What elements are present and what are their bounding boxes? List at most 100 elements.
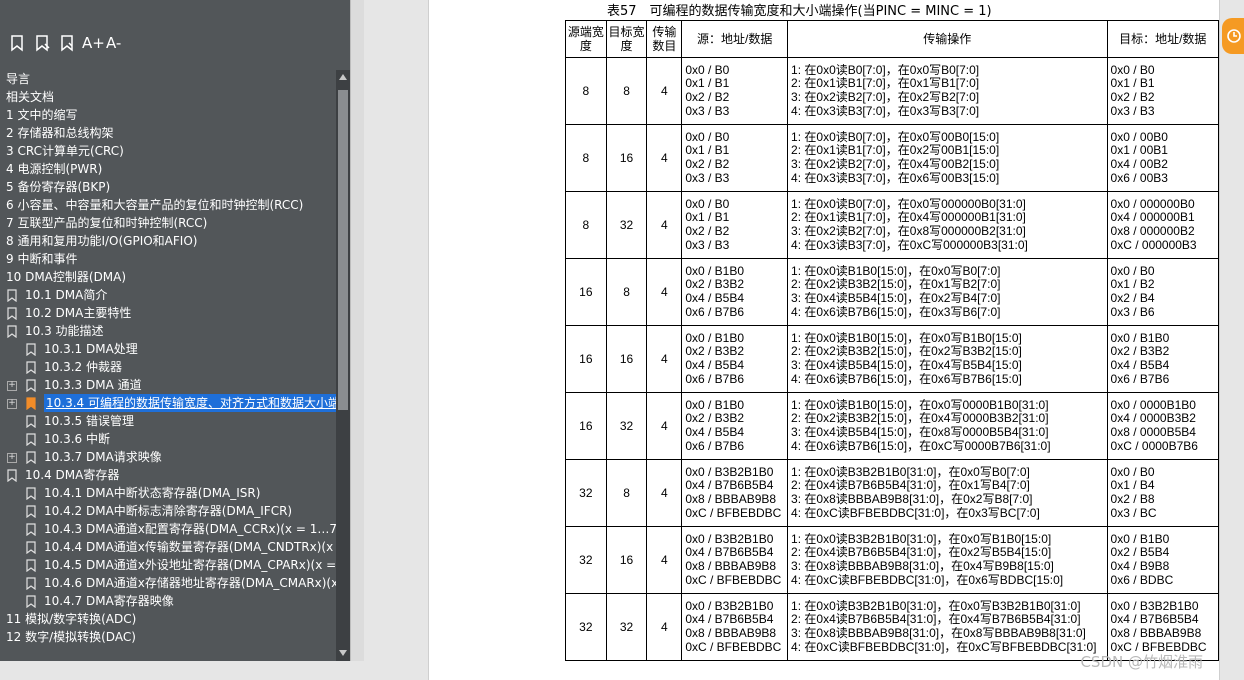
table-row: 16 32 4 0x0 / B1B0 0x2 / B3B2 0x4 / B5B4 0x6 /… [565, 392, 1220, 460]
cell-line: 0x8 / 000000B2 [1110, 225, 1195, 238]
outline-item[interactable]: 6 小容量、中容量和大容量产品的复位和时钟控制(RCC) [0, 196, 336, 214]
outline-item[interactable]: 10 DMA控制器(DMA) [0, 268, 336, 286]
outline-item[interactable]: 9 中断和事件 [0, 250, 336, 268]
outline-item-label: 10.4.7 DMA寄存器映像 [44, 594, 174, 608]
transfer-op-cell: 1: 在0x0读B1B0[15:0]，在0x0写0000B1B0[31:0] 2:… [787, 392, 1108, 460]
outline-item-label: 10.3.6 中断 [44, 432, 110, 446]
outline-item[interactable]: 1 文中的缩写 [0, 106, 336, 124]
assistant-tab[interactable] [1222, 18, 1244, 54]
outline-item[interactable]: 10.4.3 DMA通道x配置寄存器(DMA_CCRx)(x = 1…7) [0, 520, 336, 538]
outline-item[interactable]: 10.2 DMA主要特性 [0, 304, 336, 322]
target-width-cell: 16 [605, 526, 648, 594]
outline-item[interactable]: +10.3.3 DMA 通道 [0, 376, 336, 394]
outline-item[interactable]: +10.3.4 可编程的数据传输宽度、对齐方式和数据大小端 [0, 394, 336, 412]
bookmark-icon [26, 415, 36, 429]
outline-item[interactable]: 3 CRC计算单元(CRC) [0, 142, 336, 160]
cell-line: 0x3 / B3 [1110, 104, 1155, 118]
cell-line: 3: 在0x4读B5B4[15:0]，在0x2写B4[7:0] [791, 292, 1001, 305]
bookmark-add-icon[interactable] [33, 34, 51, 52]
cell-line: 0x6 / BDBC [1110, 573, 1174, 587]
bookmark-icon [26, 595, 36, 609]
cell-line: 0xC / BFBEBDBC [685, 506, 782, 520]
source-addr-cell: 0x0 / B3B2B1B0 0x4 / B7B6B5B4 0x8 / BBBAB9… [681, 593, 789, 661]
outline-item[interactable]: 10.4.6 DMA通道x存储器地址寄存器(DMA_CMARx)(x = 1…7… [0, 574, 336, 592]
cell-line: 2: 在0x4读B7B6B5B4[31:0]，在0x1写B4[7:0] [791, 479, 1030, 493]
font-increase-icon[interactable]: A+ [82, 34, 105, 52]
outline-item[interactable]: 10.1 DMA简介 [0, 286, 336, 304]
outline-item-label: 9 中断和事件 [6, 252, 78, 266]
target-width-cell: 8 [605, 258, 648, 326]
cell-line: 0x4 / B7B6B5B4 [1110, 613, 1199, 627]
source-width-cell: 8 [565, 124, 607, 192]
cell-line: 0x0 / B3B2B1B0 [685, 465, 774, 479]
cell-line: 0x1 / B1 [685, 144, 730, 158]
scroll-up-icon[interactable] [339, 74, 347, 80]
bookmark-icon [26, 433, 36, 447]
bookmark-icon [26, 487, 36, 501]
expand-toggle-icon[interactable]: + [7, 453, 17, 463]
font-decrease-icon[interactable]: A- [106, 34, 124, 52]
outline-item[interactable]: 10.4.4 DMA通道x传输数量寄存器(DMA_CNDTRx)(x = 1…7… [0, 538, 336, 556]
cell-line: 0x8 / BBBAB9B8 [685, 627, 777, 640]
outline-item[interactable]: 导言 [0, 70, 336, 88]
outline-item[interactable]: 10.3.2 仲裁器 [0, 358, 336, 376]
outline-item[interactable]: 相关文档 [0, 88, 336, 106]
source-addr-cell: 0x0 / B1B0 0x2 / B3B2 0x4 / B5B4 0x6 / B7B6 [681, 325, 789, 393]
bookmark-expand-icon[interactable] [58, 34, 76, 52]
outline-item[interactable]: 10.4.5 DMA通道x外设地址寄存器(DMA_CPARx)(x = 1…7) [0, 556, 336, 574]
sidebar-scrollbar[interactable] [336, 70, 350, 661]
outline-item[interactable]: 10.3 功能描述 [0, 322, 336, 340]
outline-item[interactable]: 10.4.7 DMA寄存器映像 [0, 592, 336, 610]
transfer-op-cell: 1: 在0x0读B0[7:0]，在0x0写000000B0[31:0] 2: 在0… [787, 191, 1108, 259]
outline-item[interactable]: 11 模拟/数字转换(ADC) [0, 610, 336, 628]
outline-item[interactable]: +10.3.7 DMA请求映像 [0, 448, 336, 466]
outline-tree: 导言 相关文档 1 文中的缩写 2 存储器和总线构架 3 CRC计算单元(CRC) 4 电… [0, 70, 336, 661]
outline-item[interactable]: 12 数字/模拟转换(DAC) [0, 628, 336, 646]
scroll-down-icon[interactable] [339, 650, 347, 656]
outline-item[interactable]: 10.3.1 DMA处理 [0, 340, 336, 358]
target-addr-cell: 0x0 / 000000B0 0x4 / 000000B1 0x8 / 000000… [1106, 191, 1220, 259]
outline-item-label: 10.3.4 可编程的数据传输宽度、对齐方式和数据大小端 [44, 394, 336, 412]
source-addr-cell: 0x0 / B1B0 0x2 / B3B2 0x4 / B5B4 0x6 / B7B6 [681, 258, 789, 326]
target-width-cell: 32 [605, 392, 648, 460]
outline-item-label: 10.4.6 DMA通道x存储器地址寄存器(DMA_CMARx)(x = 1…7… [44, 576, 336, 590]
cell-line: 0x0 / B0 [1110, 465, 1155, 479]
bookmark-icon [26, 541, 36, 555]
cell-line: 3: 在0x8读BBBAB9B8[31:0]，在0x2写B8[7:0] [791, 493, 1033, 506]
outline-item-label: 10.3 功能描述 [25, 324, 104, 338]
target-addr-cell: 0x0 / B0 0x1 / B1 0x2 / B2 0x3 / B3 [1106, 57, 1220, 125]
outline-item[interactable]: 10.4.1 DMA中断状态寄存器(DMA_ISR) [0, 484, 336, 502]
cell-line: 0x0 / 00B0 [1110, 130, 1168, 144]
transfer-op-cell: 1: 在0x0读B3B2B1B0[31:0]，在0x0写B3B2B1B0[31:… [787, 593, 1108, 661]
outline-item[interactable]: 10.3.6 中断 [0, 430, 336, 448]
outline-item[interactable]: 10.4 DMA寄存器 [0, 466, 336, 484]
outline-item[interactable]: 10.4.2 DMA中断标志清除寄存器(DMA_IFCR) [0, 502, 336, 520]
cell-line: 2: 在0x1读B1[7:0]，在0x2写00B1[15:0] [791, 144, 1000, 158]
header-transfer-op: 传输操作 [787, 20, 1108, 58]
outline-item[interactable]: 5 备份寄存器(BKP) [0, 178, 336, 196]
header-source-width: 源端宽度 [565, 20, 607, 58]
outline-item[interactable]: 10.3.5 错误管理 [0, 412, 336, 430]
target-width-cell: 32 [605, 593, 648, 661]
cell-line: 0x6 / B7B6 [685, 439, 745, 453]
panel-splitter[interactable] [350, 0, 365, 661]
transfer-table: 源端宽度 目标宽度 传输数目 源：地址/数据 传输操作 目标：地址/数据 884… [565, 20, 1220, 661]
outline-item[interactable]: 7 互联型产品的复位和时钟控制(RCC) [0, 214, 336, 232]
expand-toggle-icon[interactable]: + [7, 381, 17, 391]
header-source-addr: 源：地址/数据 [681, 20, 789, 58]
cell-line: 4: 在0x6读B7B6[15:0]，在0x3写B6[7:0] [791, 305, 1001, 319]
outline-item[interactable]: 4 电源控制(PWR) [0, 160, 336, 178]
expand-toggle-icon[interactable]: + [7, 399, 17, 409]
table-row: 32 16 4 0x0 / B3B2B1B0 0x4 / B7B6B5B4 0x8 / B… [565, 526, 1220, 594]
target-width-cell: 8 [605, 459, 648, 527]
scrollbar-thumb[interactable] [338, 90, 348, 410]
transfer-op-cell: 1: 在0x0读B3B2B1B0[31:0]，在0x0写B0[7:0] 2: 在0… [787, 459, 1108, 527]
cell-line: 2: 在0x4读B7B6B5B4[31:0]，在0x2写B5B4[15:0] [791, 546, 1052, 560]
cell-line: 0x1 / 00B1 [1110, 144, 1168, 158]
bookmark-icon [7, 289, 17, 303]
outline-item[interactable]: 2 存储器和总线构架 [0, 124, 336, 142]
outline-item[interactable]: 8 通用和复用功能I/O(GPIO和AFIO) [0, 232, 336, 250]
cell-line: 0x0 / B0 [685, 130, 730, 144]
outline-item-label: 10.2 DMA主要特性 [25, 306, 132, 320]
bookmark-icon[interactable] [8, 34, 26, 52]
